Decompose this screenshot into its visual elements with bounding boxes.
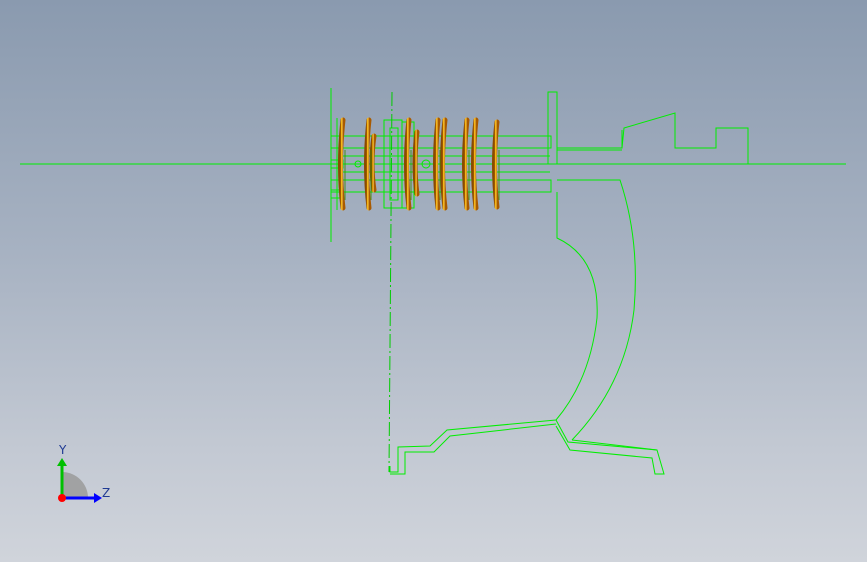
spring-coil (364, 117, 372, 211)
spring-coil (462, 117, 470, 211)
spring-coil (433, 117, 441, 211)
cad-drawing[interactable] (0, 0, 867, 562)
bracket-body (389, 179, 665, 475)
y-arrow-head (57, 458, 67, 466)
shaft-assembly (330, 91, 749, 209)
spring-coil (412, 129, 420, 197)
spring-coil (369, 133, 377, 193)
cad-viewport[interactable]: Y Z (0, 0, 867, 562)
axis-triad: Y Z (57, 443, 110, 503)
x-axis-dot (58, 494, 66, 502)
spring-coil (440, 117, 448, 211)
spring-coil (471, 117, 479, 211)
z-axis-label: Z (102, 486, 110, 500)
spring-coil (492, 119, 500, 210)
z-arrow-head (94, 493, 102, 503)
y-axis-label: Y (58, 443, 67, 457)
triad-quadrant (62, 472, 88, 498)
spring-coil (404, 117, 412, 211)
spring-coil (338, 117, 346, 211)
